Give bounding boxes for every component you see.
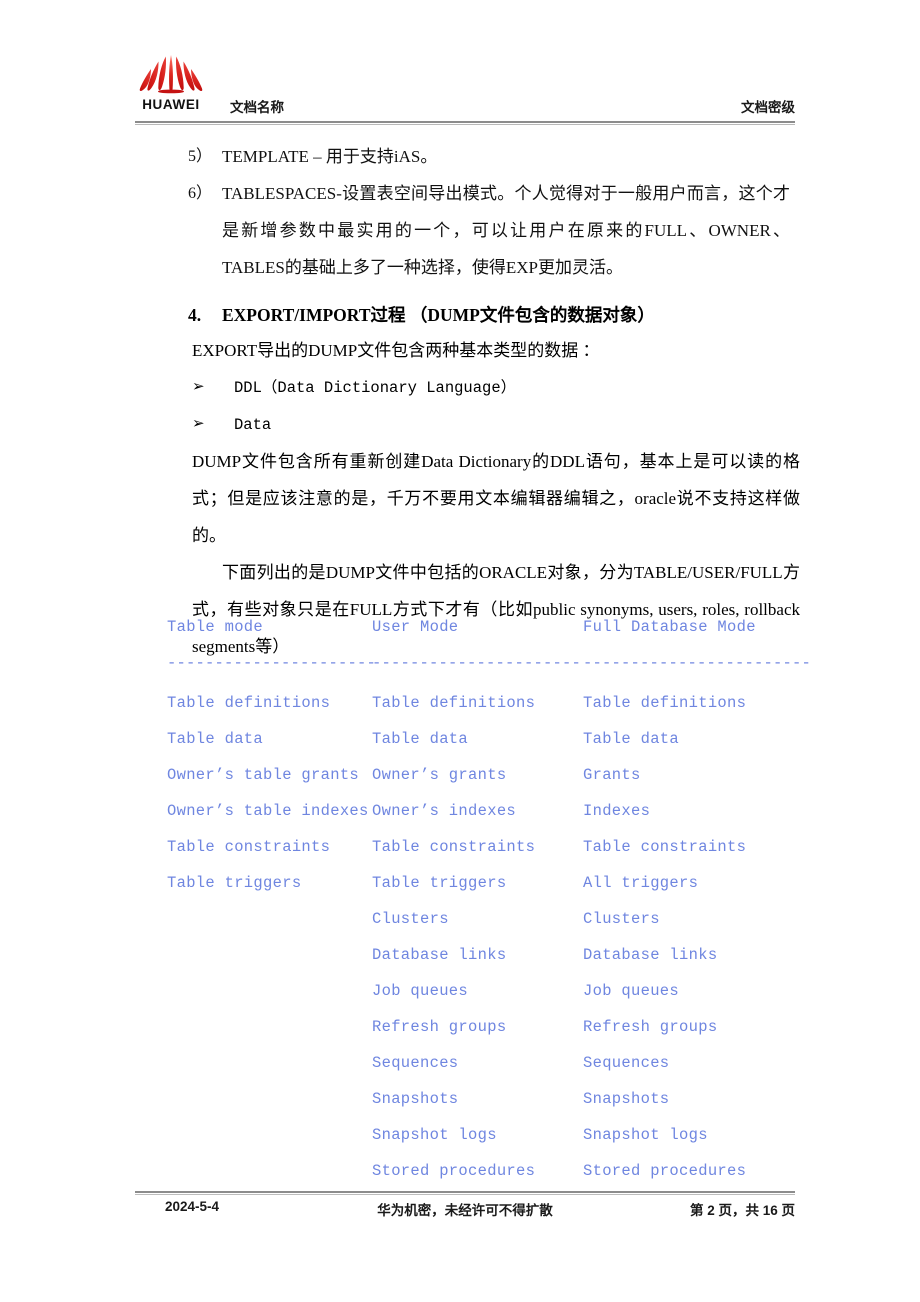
- table-cell: Snapshot logs: [583, 1126, 708, 1144]
- table-cell: Stored procedures: [583, 1162, 747, 1180]
- table-cell: Snapshot logs: [372, 1126, 497, 1144]
- table-row: Job queues Job queues: [167, 982, 807, 1018]
- table-cell: Table triggers: [372, 874, 507, 892]
- table-cell: Refresh groups: [372, 1018, 507, 1036]
- table-cell: Table data: [167, 730, 264, 748]
- table-cell: Grants: [583, 766, 641, 784]
- section-heading-4: 4. EXPORT/IMPORT过程 （DUMP文件包含的数据对象）: [160, 298, 800, 332]
- table-cell: All triggers: [583, 874, 699, 892]
- huawei-logo: HUAWEI: [135, 52, 207, 114]
- header-document-name: 文档名称: [230, 100, 284, 115]
- list-item-5-text: TEMPLATE – 用于支持iAS。: [222, 147, 438, 166]
- table-header-rule-row: ---------------------- -----------------…: [167, 654, 811, 694]
- document-body: 5） TEMPLATE – 用于支持iAS。 6） TABLESPACES-设置…: [0, 138, 920, 665]
- table-row: Sequences Sequences: [167, 1054, 807, 1090]
- footer-divider-secondary: [135, 1194, 795, 1195]
- table-cell: Table data: [372, 730, 469, 748]
- table-cell: Clusters: [372, 910, 449, 928]
- table-row: Table definitions Table definitions Table …: [167, 694, 807, 730]
- header-document-level: 文档密级: [741, 100, 795, 115]
- table-cell: Snapshots: [372, 1090, 459, 1108]
- header-divider-secondary: [135, 124, 795, 125]
- table-row: Refresh groups Refresh groups: [167, 1018, 807, 1054]
- arrow-list-item-data: ➢ Data: [160, 406, 800, 443]
- table-cell: Database links: [583, 946, 718, 964]
- table-cell: Job queues: [372, 982, 469, 1000]
- column-header-user-mode: User Mode: [372, 618, 459, 636]
- table-row: Owner’s table indexes Owner’s indexes Inde…: [167, 802, 807, 838]
- table-cell: Refresh groups: [583, 1018, 718, 1036]
- table-cell: Owner’s table grants: [167, 766, 360, 784]
- export-modes-table: Table mode User Mode Full Database Mode …: [167, 618, 811, 1198]
- document-page: HUAWEI 文档名称 文档密级 5） TEMPLATE – 用于支持iAS。 …: [0, 0, 920, 1302]
- list-item-5: 5） TEMPLATE – 用于支持iAS。: [160, 138, 790, 175]
- footer-divider: [135, 1191, 795, 1193]
- table-row: Table constraints Table constraints Table …: [167, 838, 807, 874]
- table-row: Snapshots Snapshots: [167, 1090, 807, 1126]
- header-rule-col1: ----------------------: [167, 654, 377, 672]
- table-cell: Table definitions: [167, 694, 331, 712]
- table-cell: Table triggers: [167, 874, 302, 892]
- list-item-6: 6） TABLESPACES-设置表空间导出模式。个人觉得对于一般用户而言，这个…: [160, 175, 790, 286]
- paragraph-dump-ddl: DUMP文件包含所有重新创建Data Dictionary的DDL语句，基本上是…: [192, 452, 800, 545]
- page-header: HUAWEI 文档名称 文档密级: [135, 52, 795, 120]
- huawei-wordmark: HUAWEI: [142, 97, 200, 112]
- table-cell: Job queues: [583, 982, 680, 1000]
- header-rule-col2: ----------------------: [372, 654, 582, 672]
- huawei-flower-icon: [138, 52, 204, 96]
- table-row: Table triggers Table triggers All triggers: [167, 874, 807, 910]
- table-cell: Clusters: [583, 910, 660, 928]
- arrowhead-bullet-icon: ➢: [192, 379, 205, 395]
- section-marker-4: 4.: [188, 305, 202, 325]
- table-cell: Indexes: [583, 802, 651, 820]
- table-row: Owner’s table grants Owner’s grants Grants: [167, 766, 807, 802]
- table-cell: Table definitions: [583, 694, 747, 712]
- arrow-list-item-data-text: Data: [234, 416, 272, 434]
- table-cell: Database links: [372, 946, 507, 964]
- page-footer: 2024-5-4 华为机密，未经许可不得扩散 第 2 页，共 16 页: [135, 1196, 795, 1222]
- header-rule-col3: ------------------------: [583, 654, 812, 672]
- header-divider: [135, 121, 795, 123]
- intro-paragraph: EXPORT导出的DUMP文件包含两种基本类型的数据 ：: [192, 341, 600, 360]
- table-cell: Owner’s indexes: [372, 802, 517, 820]
- table-header-row: Table mode User Mode Full Database Mode: [167, 618, 807, 654]
- table-row: Table data Table data Table data: [167, 730, 807, 766]
- column-header-table-mode: Table mode: [167, 618, 264, 636]
- table-cell: Table definitions: [372, 694, 536, 712]
- table-row: Database links Database links: [167, 946, 807, 982]
- table-cell: Table data: [583, 730, 680, 748]
- table-cell: Stored procedures: [372, 1162, 536, 1180]
- table-cell: Owner’s grants: [372, 766, 507, 784]
- table-row: Snapshot logs Snapshot logs: [167, 1126, 807, 1162]
- table-cell: Sequences: [372, 1054, 459, 1072]
- table-cell: Sequences: [583, 1054, 670, 1072]
- arrow-list-item-ddl: ➢ DDL（Data Dictionary Language）: [160, 369, 800, 406]
- table-cell: Table constraints: [583, 838, 747, 856]
- table-row: Clusters Clusters: [167, 910, 807, 946]
- column-header-full-database-mode: Full Database Mode: [583, 618, 756, 636]
- list-item-6-text: TABLESPACES-设置表空间导出模式。个人觉得对于一般用户而言，这个才是新…: [222, 184, 790, 277]
- footer-page-number: 第 2 页，共 16 页: [689, 1203, 795, 1218]
- section-heading-4-text: EXPORT/IMPORT过程 （DUMP文件包含的数据对象）: [222, 305, 655, 325]
- arrow-list-item-ddl-text: DDL（Data Dictionary Language）: [234, 379, 517, 397]
- list-marker-6: 6）: [188, 185, 213, 202]
- table-body: Table definitions Table definitions Table …: [167, 694, 807, 1198]
- table-cell: Table constraints: [167, 838, 331, 856]
- arrowhead-bullet-icon: ➢: [192, 416, 205, 432]
- table-cell: Snapshots: [583, 1090, 670, 1108]
- table-cell: Owner’s table indexes: [167, 802, 369, 820]
- table-cell: Table constraints: [372, 838, 536, 856]
- list-marker-5: 5）: [188, 148, 213, 165]
